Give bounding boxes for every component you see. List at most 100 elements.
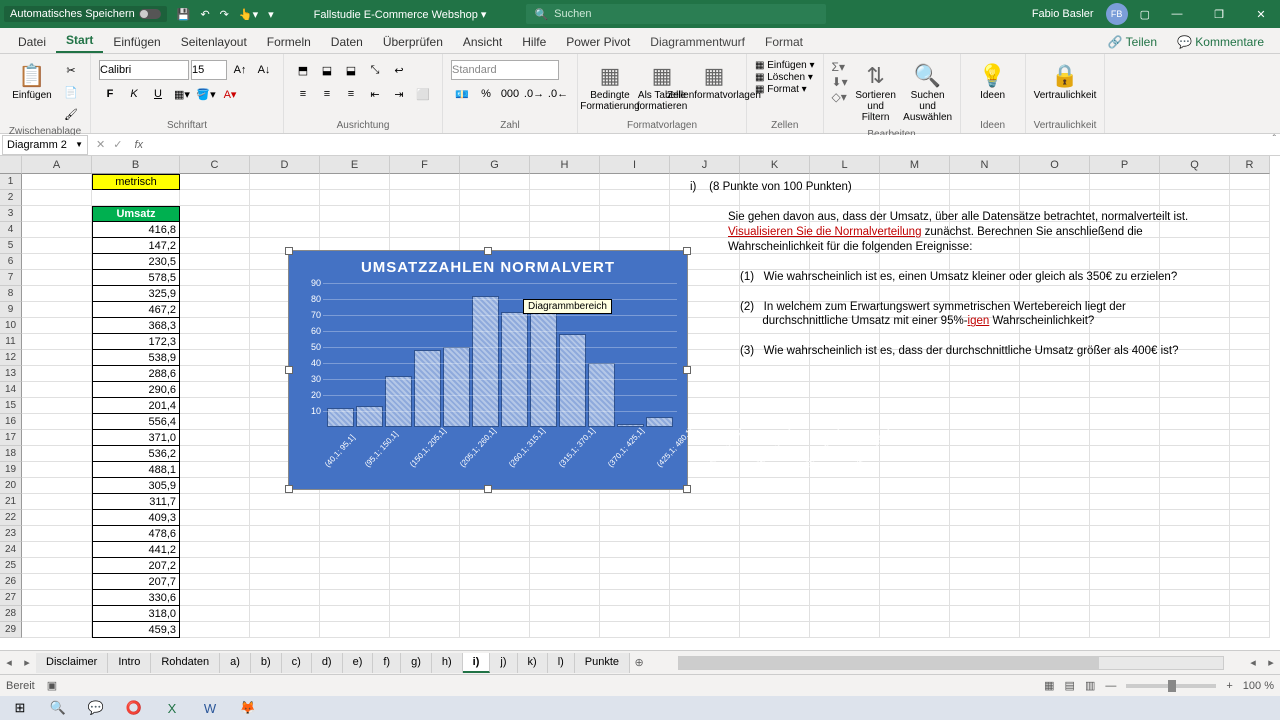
taskbar-app2-icon[interactable]: ⭕ bbox=[118, 698, 150, 718]
cell[interactable] bbox=[22, 574, 92, 590]
macro-record-icon[interactable]: ▣ bbox=[47, 679, 57, 692]
cell[interactable] bbox=[180, 494, 250, 510]
cell[interactable] bbox=[180, 510, 250, 526]
cell[interactable] bbox=[740, 542, 810, 558]
chart-title[interactable]: UMSATZZAHLEN NORMALVERT bbox=[289, 251, 687, 280]
cell[interactable] bbox=[390, 206, 460, 222]
row-header[interactable]: 2 bbox=[0, 190, 22, 206]
cell[interactable] bbox=[22, 622, 92, 638]
cell[interactable] bbox=[180, 558, 250, 574]
touch-icon[interactable]: 👆▾ bbox=[239, 8, 258, 21]
cell[interactable] bbox=[600, 494, 670, 510]
row-header[interactable]: 29 bbox=[0, 622, 22, 638]
cell[interactable] bbox=[600, 574, 670, 590]
sheet-tab[interactable]: e) bbox=[343, 653, 374, 673]
cell[interactable] bbox=[390, 606, 460, 622]
cell[interactable] bbox=[390, 558, 460, 574]
chart-bar[interactable] bbox=[414, 350, 441, 427]
row-header[interactable]: 12 bbox=[0, 350, 22, 366]
cell[interactable] bbox=[1020, 542, 1090, 558]
user-name[interactable]: Fabio Basler bbox=[1032, 8, 1094, 20]
cell[interactable]: 478,6 bbox=[92, 526, 180, 542]
row-header[interactable]: 24 bbox=[0, 542, 22, 558]
wrap-text-icon[interactable]: ↩ bbox=[388, 60, 410, 80]
scroll-right-icon[interactable]: ▸ bbox=[1262, 656, 1280, 669]
cell[interactable] bbox=[460, 574, 530, 590]
cell[interactable] bbox=[880, 510, 950, 526]
sheet-tab[interactable]: f) bbox=[373, 653, 401, 673]
cell[interactable] bbox=[1230, 590, 1270, 606]
column-header[interactable]: D bbox=[250, 156, 320, 174]
cell[interactable] bbox=[22, 286, 92, 302]
font-name-input[interactable] bbox=[99, 60, 189, 80]
cell[interactable] bbox=[1230, 478, 1270, 494]
cell[interactable] bbox=[1090, 382, 1160, 398]
increase-font-icon[interactable]: A↑ bbox=[229, 60, 251, 80]
cell[interactable] bbox=[180, 334, 250, 350]
fill-icon[interactable]: ⬇▾ bbox=[832, 75, 848, 89]
cell[interactable] bbox=[180, 190, 250, 206]
zoom-in-icon[interactable]: + bbox=[1226, 680, 1232, 692]
cell[interactable] bbox=[670, 510, 740, 526]
cell[interactable] bbox=[600, 542, 670, 558]
cell[interactable] bbox=[1230, 558, 1270, 574]
cell[interactable] bbox=[880, 622, 950, 638]
column-header[interactable]: R bbox=[1230, 156, 1270, 174]
cell[interactable] bbox=[740, 574, 810, 590]
sheet-tab[interactable]: d) bbox=[312, 653, 343, 673]
cell[interactable] bbox=[740, 414, 810, 430]
cell[interactable] bbox=[250, 622, 320, 638]
row-header[interactable]: 26 bbox=[0, 574, 22, 590]
cell[interactable] bbox=[600, 174, 670, 190]
cell[interactable] bbox=[250, 510, 320, 526]
cell[interactable] bbox=[740, 494, 810, 510]
align-left-icon[interactable]: ≡ bbox=[292, 84, 314, 104]
cell[interactable]: 441,2 bbox=[92, 542, 180, 558]
align-bottom-icon[interactable]: ⬓ bbox=[340, 60, 362, 80]
taskbar-app1-icon[interactable]: 💬 bbox=[80, 698, 112, 718]
chart-bar[interactable] bbox=[501, 312, 528, 427]
cell[interactable] bbox=[1160, 414, 1230, 430]
cell[interactable] bbox=[320, 590, 390, 606]
cell[interactable] bbox=[600, 590, 670, 606]
cell[interactable] bbox=[1090, 366, 1160, 382]
cell[interactable] bbox=[180, 206, 250, 222]
cell[interactable] bbox=[740, 366, 810, 382]
cell[interactable]: 207,7 bbox=[92, 574, 180, 590]
cell[interactable]: 416,8 bbox=[92, 222, 180, 238]
cell[interactable] bbox=[880, 542, 950, 558]
cell[interactable] bbox=[180, 414, 250, 430]
avatar[interactable]: FB bbox=[1106, 3, 1128, 25]
cell[interactable] bbox=[1020, 606, 1090, 622]
cell[interactable] bbox=[22, 366, 92, 382]
cell[interactable] bbox=[460, 190, 530, 206]
cell[interactable] bbox=[530, 190, 600, 206]
cell[interactable] bbox=[390, 622, 460, 638]
decimal-dec-icon[interactable]: .0← bbox=[547, 84, 569, 104]
format-painter-icon[interactable]: 🖌 bbox=[60, 104, 82, 124]
cell[interactable] bbox=[180, 254, 250, 270]
cell[interactable] bbox=[180, 526, 250, 542]
cell[interactable]: 311,7 bbox=[92, 494, 180, 510]
sheet-tab[interactable]: Disclaimer bbox=[36, 653, 108, 673]
cell[interactable] bbox=[460, 542, 530, 558]
cell[interactable] bbox=[320, 574, 390, 590]
row-header[interactable]: 7 bbox=[0, 270, 22, 286]
taskbar-word-icon[interactable]: W bbox=[194, 698, 226, 718]
cell[interactable] bbox=[180, 222, 250, 238]
chart-bar[interactable] bbox=[646, 417, 673, 427]
cell[interactable] bbox=[880, 526, 950, 542]
cell[interactable] bbox=[320, 558, 390, 574]
cell[interactable] bbox=[1230, 494, 1270, 510]
cell[interactable] bbox=[950, 494, 1020, 510]
view-layout-icon[interactable]: ▤ bbox=[1065, 679, 1075, 692]
row-header[interactable]: 3 bbox=[0, 206, 22, 222]
cell[interactable] bbox=[810, 398, 880, 414]
merge-icon[interactable]: ⬜ bbox=[412, 84, 434, 104]
cell[interactable] bbox=[22, 510, 92, 526]
row-header[interactable]: 15 bbox=[0, 398, 22, 414]
cell[interactable] bbox=[1160, 606, 1230, 622]
cell[interactable]: 290,6 bbox=[92, 382, 180, 398]
cell[interactable] bbox=[22, 382, 92, 398]
row-header[interactable]: 5 bbox=[0, 238, 22, 254]
